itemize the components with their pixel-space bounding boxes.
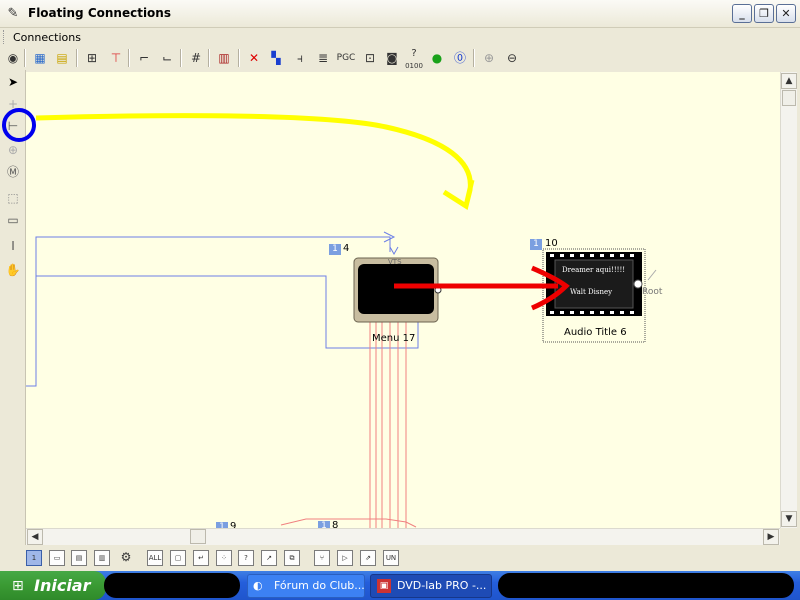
title-node-label[interactable]: Audio Title 6 <box>564 327 627 338</box>
browser-icon: ◐ <box>253 579 263 592</box>
scroll-down-button[interactable]: ▼ <box>781 511 797 527</box>
back-button[interactable]: ↵ <box>193 550 209 566</box>
view-mode-2-button[interactable]: ▭ <box>49 550 65 566</box>
app-icon: ✎ <box>7 6 19 21</box>
connections-graphic <box>26 113 657 528</box>
help-icon[interactable]: ⓪ <box>450 48 470 68</box>
restore-button[interactable]: ❐ <box>754 4 774 23</box>
select-region-tool-icon[interactable]: ⬚ <box>3 188 23 208</box>
toolbar-separator <box>473 49 475 67</box>
connection-canvas[interactable]: 1 4 VTS Menu 17 1 10 Dreamer aqui!!!!! W… <box>26 72 780 528</box>
chapter-icon[interactable]: ⫞ <box>290 48 310 68</box>
scatter-button[interactable]: ⁘ <box>216 550 232 566</box>
frame-button[interactable]: ▢ <box>170 550 186 566</box>
tree-button[interactable]: ⑂ <box>314 550 330 566</box>
toolbar-separator <box>238 49 240 67</box>
scroll-up-button[interactable]: ▲ <box>781 73 797 89</box>
window-tool-icon[interactable]: ▭ <box>3 210 23 230</box>
menu-node-label[interactable]: Menu 17 <box>372 333 415 344</box>
film-icon[interactable]: ▥ <box>214 48 234 68</box>
link-icon[interactable]: ⊤ <box>106 48 126 68</box>
vertical-scrollbar[interactable] <box>780 72 797 528</box>
toolbar-separator <box>180 49 182 67</box>
yellow-annotation-arrow <box>35 113 475 210</box>
root-label: Root <box>642 287 663 297</box>
question-count-icon[interactable]: ? 0100 <box>404 48 424 70</box>
connect-down-icon[interactable]: ⌐ <box>134 48 154 68</box>
dvdlab-icon: ▣ <box>377 579 391 593</box>
red-connection-lines <box>280 322 417 528</box>
bottom-node-badge: 1 <box>318 521 330 528</box>
grid-icon[interactable]: # <box>186 48 206 68</box>
menu-bar <box>0 28 800 46</box>
view-mode-3-button[interactable]: ▤ <box>71 550 87 566</box>
view-mode-4-button[interactable]: ▥ <box>94 550 110 566</box>
menu-node <box>353 257 442 323</box>
zoom-in-icon[interactable]: ⊕ <box>479 48 499 68</box>
delete-link-icon[interactable]: ✕ <box>244 48 264 68</box>
view-mode-1-button[interactable]: 1 <box>26 550 42 566</box>
pgc-button[interactable]: PGC <box>334 48 358 68</box>
title-thumb-line1: Dreamer aqui!!!!! <box>562 266 626 274</box>
toolbar-separator <box>76 49 78 67</box>
unknown-button[interactable]: ? <box>238 550 254 566</box>
redacted-task <box>498 573 794 598</box>
toolbar-separator <box>24 49 26 67</box>
settings-icon[interactable]: ⚙ <box>118 550 134 566</box>
menu-connections[interactable]: Connections <box>13 31 81 44</box>
align-nodes-icon[interactable]: ⊞ <box>82 48 102 68</box>
jump-button[interactable]: ↗ <box>261 550 277 566</box>
horizontal-scroll-thumb[interactable] <box>190 529 206 544</box>
table-view-icon[interactable]: ▦ <box>30 48 50 68</box>
pointer-tool-icon[interactable]: ➤ <box>3 72 23 92</box>
chapter-list-icon[interactable]: ≣ <box>313 48 333 68</box>
color-blocks-icon[interactable]: ▚ <box>266 48 286 68</box>
toolbar-separator <box>208 49 210 67</box>
text-tool-icon[interactable]: I <box>3 236 23 256</box>
color-wheel-icon[interactable]: ● <box>427 48 447 68</box>
title-node-number: 10 <box>545 238 558 249</box>
title-thumb-line2: Walt Disney <box>570 288 613 296</box>
export-button[interactable]: ⇗ <box>360 550 376 566</box>
play-button[interactable]: ▷ <box>337 550 353 566</box>
scroll-left-button[interactable]: ◀ <box>27 529 43 545</box>
zoom-out-icon[interactable]: ⊖ <box>502 48 522 68</box>
title-node-badge: 1 <box>530 239 542 250</box>
hand-tool-icon[interactable]: ✋ <box>3 260 23 280</box>
menu-tool-icon[interactable]: Ⓜ <box>3 162 23 182</box>
unlink-button[interactable]: UN <box>383 550 399 566</box>
horizontal-scrollbar[interactable] <box>26 528 780 545</box>
bottom-node-number: 9 <box>230 521 237 528</box>
menu-node-tag: VTS <box>388 258 402 266</box>
menu-grip <box>3 30 6 44</box>
film-reel-icon[interactable]: ⊡ <box>360 48 380 68</box>
window-title: Floating Connections <box>28 6 171 20</box>
minimize-button[interactable]: _ <box>732 4 752 23</box>
list-view-icon[interactable]: ▤ <box>52 48 72 68</box>
menu-node-number: 4 <box>343 243 350 254</box>
bottom-node-number: 8 <box>332 520 339 528</box>
blue-annotation-circle <box>2 108 36 142</box>
eye-icon[interactable]: ◉ <box>3 48 23 68</box>
close-button[interactable]: ✕ <box>776 4 796 23</box>
copy-button[interactable]: ⧉ <box>284 550 300 566</box>
connect-up-icon[interactable]: ⌙ <box>157 48 177 68</box>
monitor-icon[interactable]: ◙ <box>382 48 402 68</box>
menu-node-badge: 1 <box>329 244 341 255</box>
select-all-button[interactable]: ALL <box>147 550 163 566</box>
redacted-task <box>104 573 240 598</box>
vertical-scroll-thumb[interactable] <box>782 90 796 106</box>
windows-logo-icon: ⊞ <box>12 578 24 594</box>
scroll-right-button[interactable]: ▶ <box>763 529 779 545</box>
toolbar-separator <box>128 49 130 67</box>
